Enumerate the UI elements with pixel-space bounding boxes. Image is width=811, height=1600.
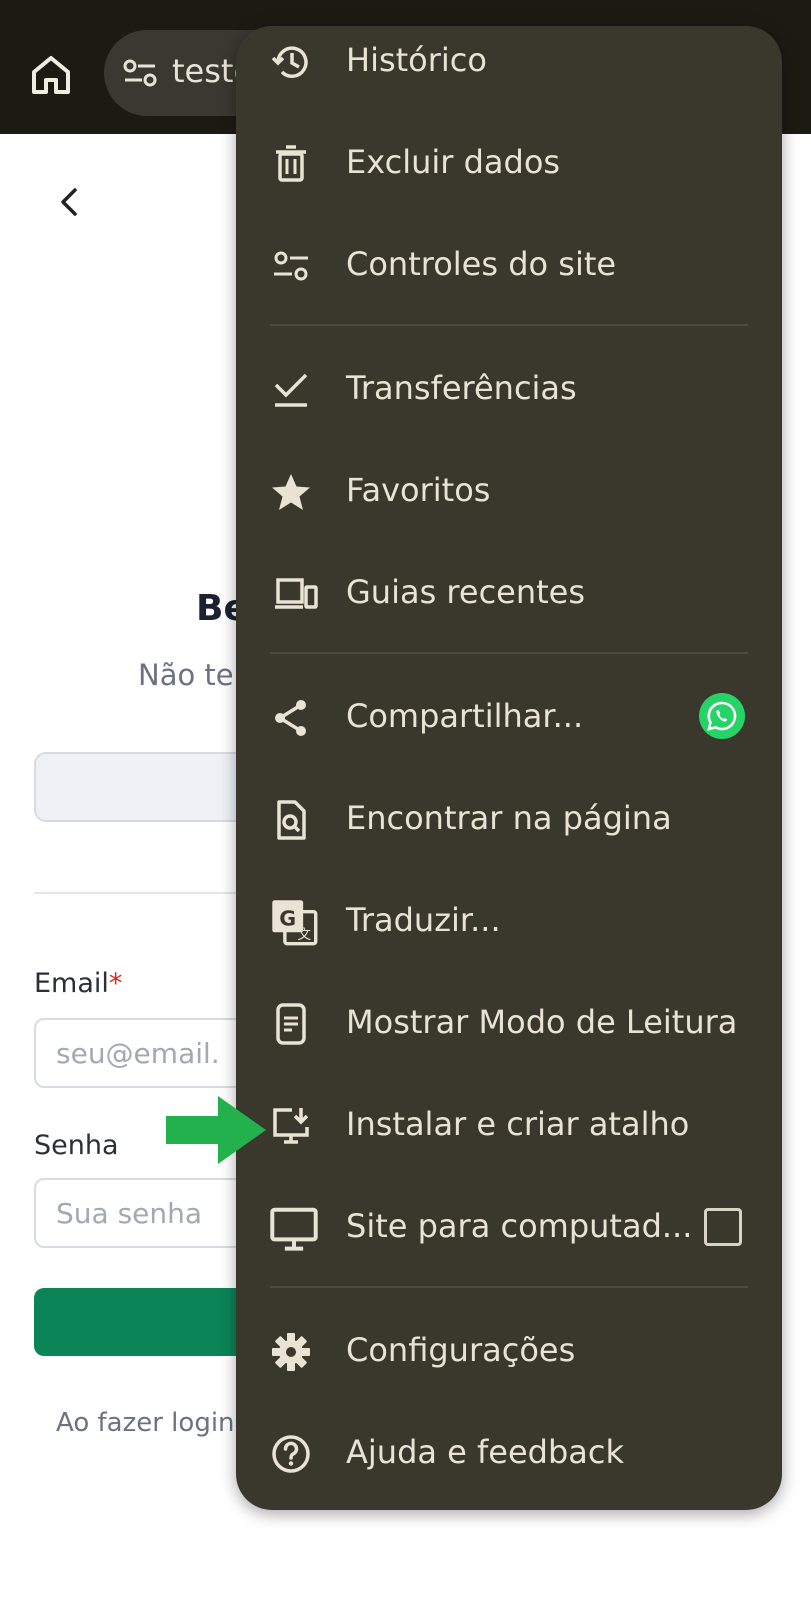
desktop-site-checkbox[interactable] xyxy=(704,1208,742,1246)
history-icon xyxy=(270,41,312,83)
desktop-icon xyxy=(270,1207,318,1251)
back-button[interactable] xyxy=(55,182,85,222)
find-in-page-icon xyxy=(270,799,312,841)
menu-item-label: Ajuda e feedback xyxy=(346,1433,625,1471)
reader-mode-icon xyxy=(270,1003,312,1045)
menu-item-label: Transferências xyxy=(346,369,577,407)
password-label: Senha xyxy=(34,1130,119,1161)
star-icon xyxy=(270,471,312,513)
menu-item-recent-tabs[interactable]: Guias recentes xyxy=(236,542,782,644)
menu-item-label: Instalar e criar atalho xyxy=(346,1105,690,1143)
menu-item-bookmarks[interactable]: Favoritos xyxy=(236,440,782,542)
menu-item-label: Excluir dados xyxy=(346,143,561,181)
share-icon xyxy=(270,697,312,739)
tune-icon xyxy=(270,245,312,287)
page-subtitle: Não te xyxy=(138,658,234,692)
menu-item-label: Histórico xyxy=(346,41,487,79)
menu-divider xyxy=(270,324,748,326)
whatsapp-icon[interactable] xyxy=(698,692,746,740)
download-check-icon xyxy=(270,369,312,411)
email-label-text: Email xyxy=(34,968,109,999)
gear-icon xyxy=(270,1331,312,1373)
trash-icon xyxy=(270,143,312,185)
menu-item-delete-data[interactable]: Excluir dados xyxy=(236,112,782,214)
menu-item-label: Compartilhar... xyxy=(346,697,584,735)
menu-item-install-app[interactable]: Instalar e criar atalho xyxy=(236,1074,782,1176)
menu-item-label: Mostrar Modo de Leitura xyxy=(346,1003,738,1041)
menu-item-label: Favoritos xyxy=(346,471,491,509)
help-icon xyxy=(270,1433,312,1475)
menu-item-downloads[interactable]: Transferências xyxy=(236,338,782,440)
menu-item-settings[interactable]: Configurações xyxy=(236,1300,782,1402)
annotation-arrow-icon xyxy=(166,1096,266,1164)
svg-text:文: 文 xyxy=(297,927,311,943)
email-label: Email* xyxy=(34,968,122,999)
menu-divider xyxy=(270,652,748,654)
menu-item-share[interactable]: Compartilhar... xyxy=(236,666,782,768)
menu-item-label: Traduzir... xyxy=(346,901,501,939)
menu-item-find-in-page[interactable]: Encontrar na página xyxy=(236,768,782,870)
menu-item-reader-mode[interactable]: Mostrar Modo de Leitura xyxy=(236,972,782,1074)
menu-item-label: Encontrar na página xyxy=(346,799,672,837)
menu-item-label: Controles do site xyxy=(346,245,617,283)
site-controls-icon[interactable] xyxy=(122,58,158,88)
chevron-left-icon xyxy=(61,188,77,216)
svg-text:G: G xyxy=(279,906,296,930)
home-button[interactable] xyxy=(28,52,74,98)
menu-item-label: Configurações xyxy=(346,1331,576,1369)
menu-item-history[interactable]: Histórico xyxy=(236,26,782,112)
required-mark: * xyxy=(108,968,123,999)
terms-text: Ao fazer login xyxy=(56,1408,235,1438)
menu-item-translate[interactable]: G文 Traduzir... xyxy=(236,870,782,972)
home-icon xyxy=(32,56,70,94)
menu-item-label: Site para computad... xyxy=(346,1207,693,1245)
menu-item-help[interactable]: Ajuda e feedback xyxy=(236,1402,782,1504)
install-app-icon xyxy=(270,1105,312,1147)
menu-divider xyxy=(270,1286,748,1288)
translate-icon: G文 xyxy=(270,900,318,946)
menu-item-label: Guias recentes xyxy=(346,573,586,611)
browser-overflow-menu: Histórico Excluir dados Controles do sit… xyxy=(236,26,782,1510)
menu-item-site-controls[interactable]: Controles do site xyxy=(236,214,782,316)
devices-icon xyxy=(270,573,318,615)
menu-item-desktop-site[interactable]: Site para computad... xyxy=(236,1176,782,1278)
